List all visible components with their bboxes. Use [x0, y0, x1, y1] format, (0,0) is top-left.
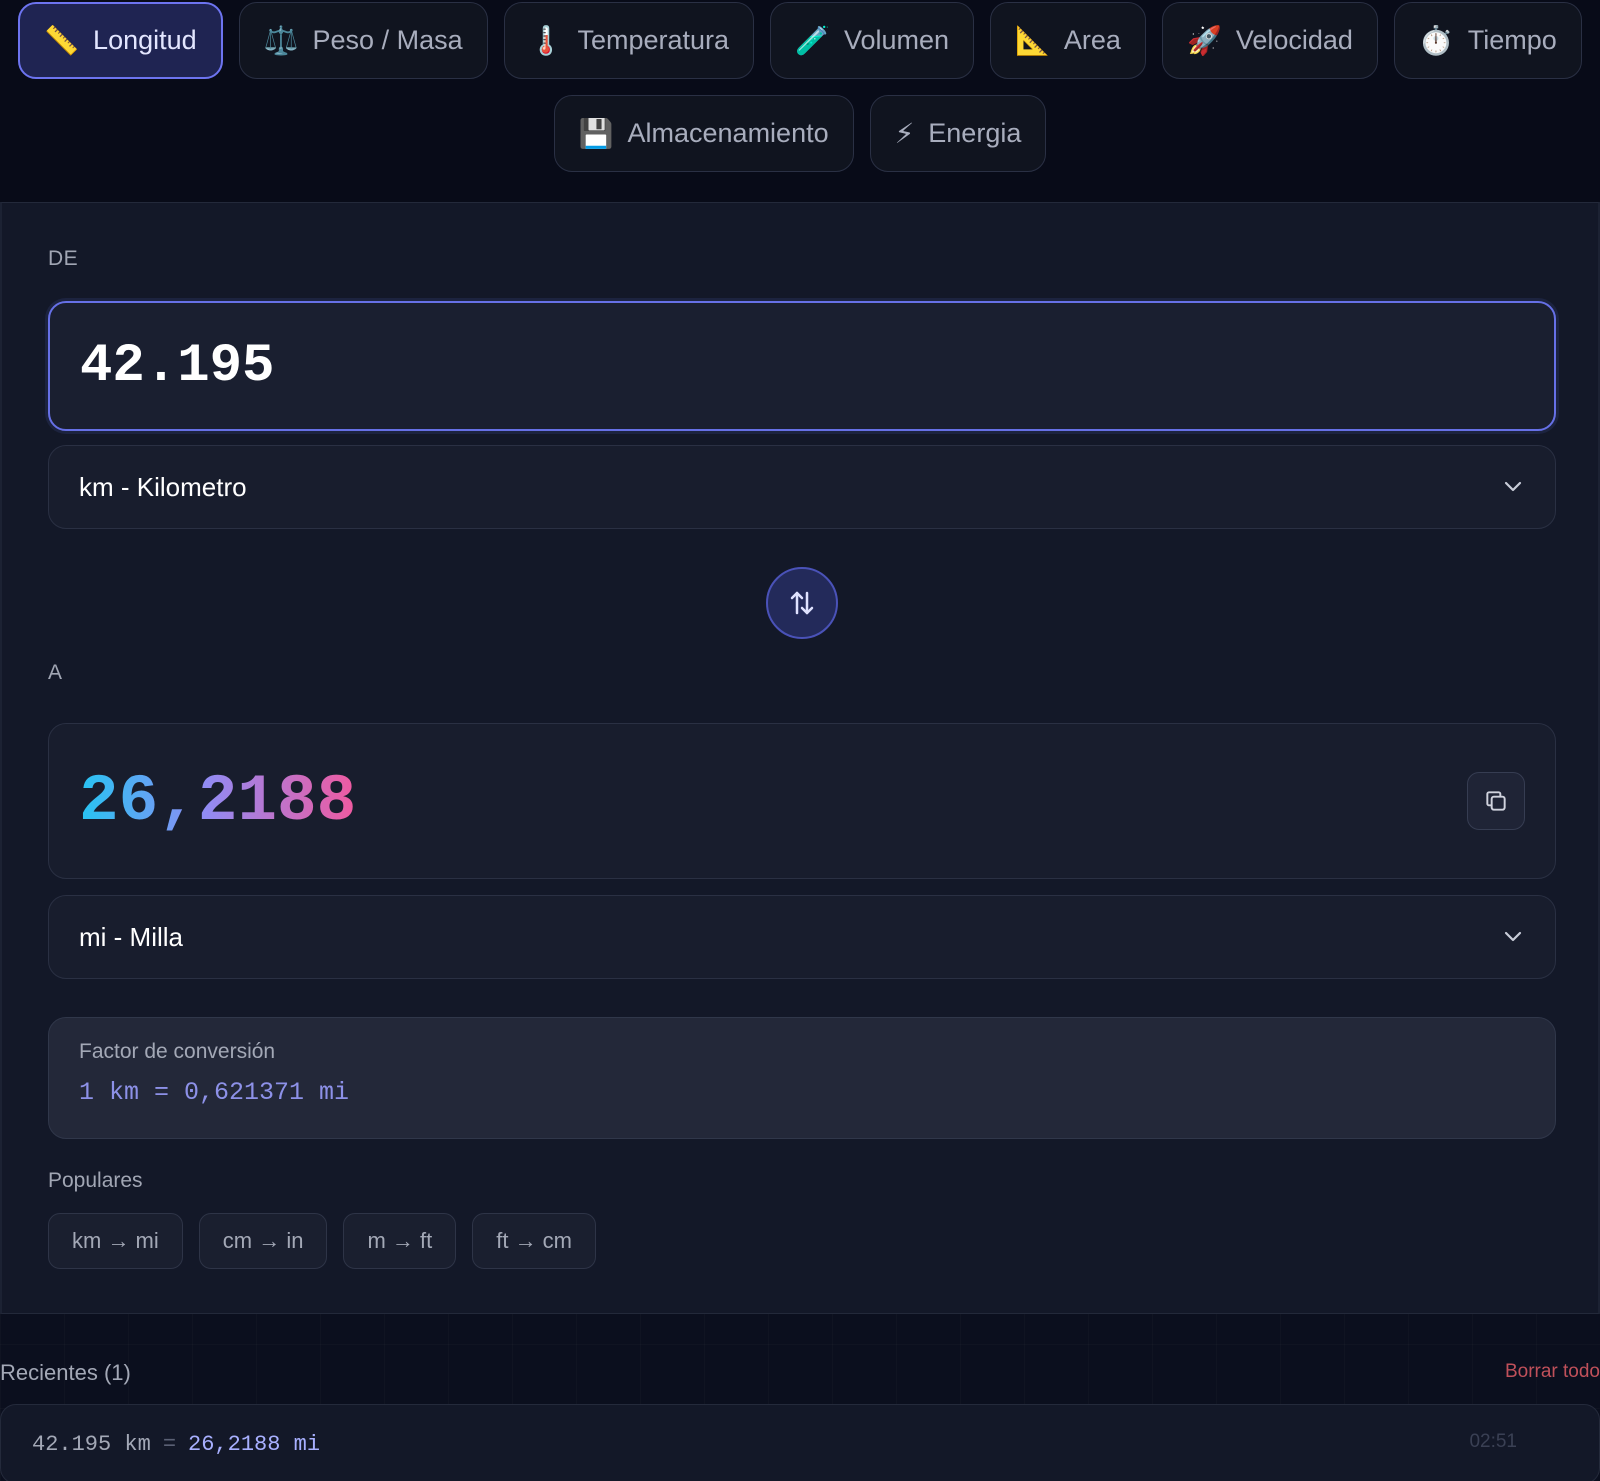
tab-peso-masa[interactable]: ⚖️ Peso / Masa — [238, 2, 488, 79]
chevron-down-icon — [1504, 931, 1522, 942]
floppy-disk-icon: 💾 — [578, 117, 614, 149]
copy-icon — [1486, 791, 1506, 811]
recent-to: 26,2188 mi — [188, 1431, 321, 1457]
tab-energia[interactable]: ⚡ Energia — [869, 95, 1047, 172]
rocket-icon: 🚀 — [1186, 24, 1222, 56]
from-value-input[interactable]: 42.195 — [48, 301, 1556, 431]
popular-chip-m-ft[interactable]: m → ft — [343, 1213, 457, 1269]
tab-label: Almacenamiento — [627, 118, 829, 148]
recent-history-item[interactable]: 42.195 km = 26,2188 mi 02:51 — [0, 1404, 1600, 1481]
popular-label: Populares — [48, 1169, 143, 1192]
from-unit-value: km - Kilometro — [79, 471, 247, 502]
triangle-ruler-icon: 📐 — [1015, 24, 1050, 56]
tab-label: Velocidad — [1235, 25, 1353, 55]
recent-from: 42.195 km — [32, 1431, 151, 1457]
conversion-factor-value: 1 km = 0,621371 mi — [79, 1078, 350, 1107]
conversion-factor-panel: Factor de conversión 1 km = 0,621371 mi — [48, 1017, 1556, 1139]
clear-all-button[interactable]: Borrar todo — [1505, 1361, 1600, 1383]
tab-temperatura[interactable]: 🌡️ Temperatura — [503, 2, 755, 79]
category-tabs-row-1: 📏 Longitud ⚖️ Peso / Masa 🌡️ Temperatura… — [0, 2, 1600, 79]
chevron-down-icon — [1504, 481, 1522, 492]
tab-label: Area — [1063, 25, 1121, 55]
category-tabs: 📏 Longitud ⚖️ Peso / Masa 🌡️ Temperatura… — [0, 0, 1600, 202]
thermometer-icon: 🌡️ — [528, 24, 564, 56]
tab-label: Longitud — [93, 25, 197, 55]
result-display: 26,2188 — [48, 723, 1556, 879]
tab-velocidad[interactable]: 🚀 Velocidad — [1161, 2, 1378, 79]
lightning-icon: ⚡ — [894, 117, 915, 149]
to-unit-value: mi - Milla — [79, 921, 183, 952]
popular-conversions: km → mi cm → in m → ft ft → cm — [48, 1213, 597, 1269]
popular-chip-ft-cm[interactable]: ft → cm — [472, 1213, 597, 1269]
recent-timestamp: 02:51 — [1469, 1431, 1517, 1452]
to-label: A — [48, 661, 63, 684]
from-label: DE — [48, 247, 79, 270]
tab-label: Energia — [928, 118, 1022, 148]
to-unit-select[interactable]: mi - Milla — [48, 895, 1556, 979]
tab-label: Tiempo — [1467, 25, 1557, 55]
popular-chip-km-mi[interactable]: km → mi — [48, 1213, 183, 1269]
swap-arrows-icon — [790, 591, 814, 615]
stopwatch-icon: ⏱️ — [1418, 24, 1454, 56]
recent-heading: Recientes (1) — [0, 1360, 131, 1385]
tab-label: Volumen — [843, 25, 950, 55]
tab-tiempo[interactable]: ⏱️ Tiempo — [1393, 2, 1582, 79]
copy-result-button[interactable] — [1467, 772, 1525, 830]
tab-label: Temperatura — [577, 25, 730, 55]
category-tabs-row-2: 💾 Almacenamiento ⚡ Energia — [0, 95, 1600, 172]
tab-volumen[interactable]: 🧪 Volumen — [770, 2, 975, 79]
recent-equals: = — [162, 1431, 177, 1457]
tab-area[interactable]: 📐 Area — [990, 2, 1146, 79]
ruler-icon: 📏 — [44, 24, 80, 56]
converter-card: DE 42.195 km - Kilometro A 26,2188 mi - … — [0, 202, 1600, 1314]
result-value: 26,2188 — [79, 763, 357, 839]
from-unit-select[interactable]: km - Kilometro — [48, 445, 1556, 529]
popular-chip-cm-in[interactable]: cm → in — [198, 1213, 328, 1269]
tab-almacenamiento[interactable]: 💾 Almacenamiento — [553, 95, 854, 172]
swap-units-button[interactable] — [766, 567, 838, 639]
tab-longitud[interactable]: 📏 Longitud — [18, 2, 223, 79]
scale-icon: ⚖️ — [263, 24, 299, 56]
tab-label: Peso / Masa — [312, 25, 463, 55]
conversion-factor-title: Factor de conversión — [79, 1040, 276, 1063]
test-tube-icon: 🧪 — [795, 24, 830, 56]
